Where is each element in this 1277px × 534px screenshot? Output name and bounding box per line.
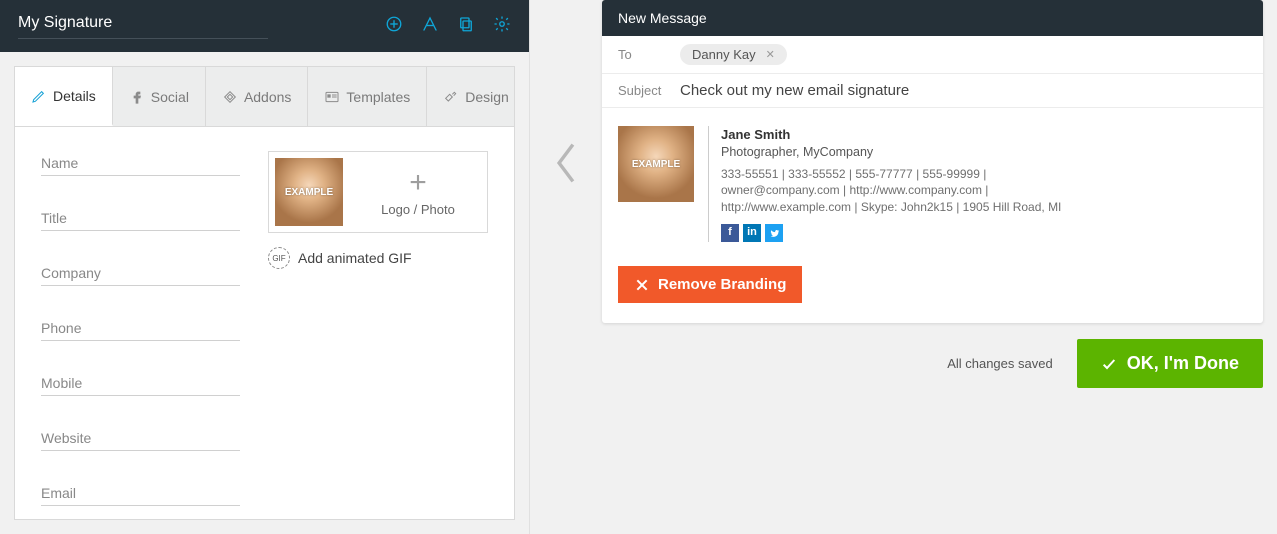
saved-status: All changes saved [947, 356, 1053, 371]
editor-panel: My Signature Details S [0, 0, 530, 534]
signature-preview: EXAMPLE Jane Smith Photographer, MyCompa… [602, 108, 1263, 266]
photo-thumb[interactable]: EXAMPLE [275, 158, 343, 226]
remove-recipient-icon[interactable]: ✕ [766, 48, 775, 61]
gear-icon[interactable] [493, 15, 511, 38]
company-field[interactable] [41, 261, 240, 286]
signature-photo: EXAMPLE [618, 126, 694, 202]
tab-addons-label: Addons [244, 89, 291, 105]
text-style-icon[interactable] [421, 15, 439, 38]
photo-column: EXAMPLE + Logo / Photo GIF Add animated … [268, 151, 488, 495]
top-bar-actions [385, 15, 511, 38]
recipient-chip[interactable]: Danny Kay ✕ [680, 44, 787, 65]
example-watermark: EXAMPLE [285, 187, 333, 198]
tab-social[interactable]: Social [113, 67, 206, 126]
pen-icon [31, 88, 47, 104]
preview-card: New Message To Danny Kay ✕ Subject Check… [602, 0, 1263, 323]
signature-name: Jane Smith [721, 126, 1061, 144]
facebook-social-icon[interactable]: f [721, 224, 739, 242]
tab-social-label: Social [151, 89, 189, 105]
tab-templates[interactable]: Templates [308, 67, 427, 126]
remove-branding-label: Remove Branding [658, 276, 786, 293]
design-icon [443, 89, 459, 105]
add-signature-icon[interactable] [385, 15, 403, 38]
signature-line3: http://www.example.com | Skype: John2k15… [721, 199, 1061, 216]
fields-column [41, 151, 240, 495]
tab-strip: Details Social Addons Templates Design [14, 66, 515, 126]
photo-box: EXAMPLE + Logo / Photo [268, 151, 488, 233]
signature-line1: 333-55551 | 333-55552 | 555-77777 | 555-… [721, 166, 1061, 183]
done-button-label: OK, I'm Done [1127, 353, 1239, 374]
duplicate-icon[interactable] [457, 15, 475, 38]
tab-design[interactable]: Design [427, 67, 525, 126]
facebook-icon [129, 89, 145, 105]
tab-details-label: Details [53, 88, 96, 104]
preview-panel: New Message To Danny Kay ✕ Subject Check… [602, 0, 1277, 534]
upload-photo-button[interactable]: + Logo / Photo [349, 152, 487, 232]
social-row: f in [721, 224, 1061, 242]
recipient-name: Danny Kay [692, 47, 756, 62]
subject-label: Subject [618, 83, 666, 98]
example-watermark: EXAMPLE [632, 159, 680, 170]
subject-value: Check out my new email signature [680, 82, 909, 99]
upload-photo-label: Logo / Photo [381, 202, 455, 217]
done-button[interactable]: OK, I'm Done [1077, 339, 1263, 388]
name-field[interactable] [41, 151, 240, 176]
signature-role: Photographer, MyCompany [721, 144, 1061, 162]
collapse-arrow[interactable] [530, 0, 602, 534]
remove-branding-button[interactable]: Remove Branding [618, 266, 802, 303]
footer-row: All changes saved OK, I'm Done [602, 323, 1277, 388]
tab-addons[interactable]: Addons [206, 67, 308, 126]
form-area: EXAMPLE + Logo / Photo GIF Add animated … [14, 126, 515, 520]
add-gif-label: Add animated GIF [298, 250, 412, 266]
top-bar: My Signature [0, 0, 529, 52]
tab-details[interactable]: Details [15, 67, 113, 126]
signature-select-label: My Signature [18, 14, 112, 32]
to-row: To Danny Kay ✕ [602, 36, 1263, 74]
phone-field[interactable] [41, 316, 240, 341]
linkedin-social-icon[interactable]: in [743, 224, 761, 242]
tab-design-label: Design [465, 89, 509, 105]
signature-select[interactable]: My Signature [18, 14, 268, 39]
website-field[interactable] [41, 426, 240, 451]
subject-row: Subject Check out my new email signature [602, 74, 1263, 108]
gif-icon: GIF [268, 247, 290, 269]
close-icon [634, 277, 650, 293]
to-label: To [618, 47, 666, 62]
plus-icon: + [409, 168, 427, 198]
add-gif-button[interactable]: GIF Add animated GIF [268, 247, 488, 269]
signature-text: Jane Smith Photographer, MyCompany 333-5… [708, 126, 1061, 242]
email-field[interactable] [41, 481, 240, 506]
tab-templates-label: Templates [346, 89, 410, 105]
templates-icon [324, 89, 340, 105]
title-field[interactable] [41, 206, 240, 231]
preview-header: New Message [602, 0, 1263, 36]
addons-icon [222, 89, 238, 105]
check-icon [1101, 356, 1117, 372]
mobile-field[interactable] [41, 371, 240, 396]
twitter-social-icon[interactable] [765, 224, 783, 242]
chevron-left-icon [552, 140, 580, 186]
signature-line2: owner@company.com | http://www.company.c… [721, 182, 1061, 199]
